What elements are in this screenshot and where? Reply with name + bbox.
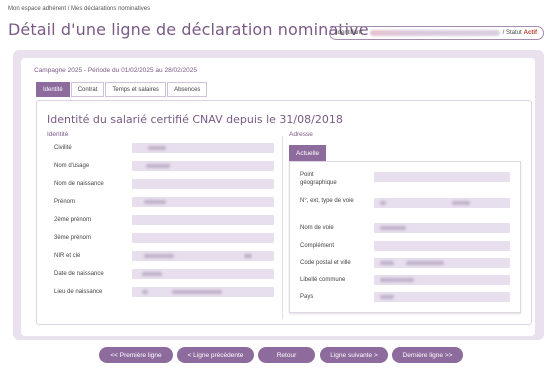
value-point-geographique — [374, 172, 510, 182]
tab-adresse-actuelle[interactable]: Actuelle — [289, 145, 327, 161]
first-line-button[interactable]: << Première ligne — [99, 347, 173, 363]
label-3eme-prenom: 3ème prénom — [54, 235, 92, 241]
label-numero-voie: N°, ext, type de voie — [300, 198, 354, 204]
adresse-column-title: Adresse — [289, 131, 313, 138]
page-title: Détail d'une ligne de déclaration nomina… — [8, 20, 369, 39]
label-nom-usage: Nom d'usage — [54, 163, 90, 169]
label-nom-voie: Nom de voie — [300, 225, 334, 231]
value-civilite — [132, 143, 274, 153]
value-prenom — [132, 197, 274, 207]
tab-bar: Identité Contrat Temps et salaires Absen… — [36, 82, 208, 97]
value-nom-usage — [132, 161, 274, 171]
identifier-status-box: Identifiant / Statut Actif — [329, 26, 544, 40]
tab-contrat[interactable]: Contrat — [70, 82, 105, 97]
section-title: Identité du salarié certifié CNAV depuis… — [47, 113, 343, 126]
label-2eme-prenom: 2ème prénom — [54, 217, 92, 223]
value-pays — [374, 292, 510, 302]
value-3eme-prenom — [132, 233, 274, 243]
identite-column-title: Identité — [47, 131, 69, 138]
value-numero-voie — [374, 198, 510, 208]
value-lieu-naissance — [132, 287, 274, 297]
identifier-value-redacted — [370, 30, 501, 36]
label-prenom: Prénom — [54, 199, 76, 205]
next-line-button[interactable]: Ligne suivante > — [320, 347, 388, 363]
label-complement: Complément — [300, 243, 335, 249]
label-date-naissance: Date de naissance — [54, 271, 104, 277]
label-pays: Pays — [300, 294, 314, 300]
column-divider — [282, 136, 283, 319]
label-libelle-commune: Libellé commune — [300, 277, 346, 283]
label-nir: NIR et clé — [54, 253, 81, 259]
value-nom-voie — [374, 223, 510, 233]
value-nom-naissance — [132, 179, 274, 189]
value-2eme-prenom — [132, 215, 274, 225]
identifier-label: Identifiant — [336, 30, 363, 36]
tab-temps-et-salaires[interactable]: Temps et salaires — [105, 82, 167, 97]
previous-line-button[interactable]: < Ligne précédente — [177, 347, 254, 363]
breadcrumb[interactable]: Mon espace adhérent / Mes déclarations n… — [8, 6, 150, 12]
label-code-postal-ville: Code postal et ville — [300, 260, 351, 266]
value-code-postal-ville — [374, 258, 510, 268]
value-complement — [374, 241, 510, 251]
label-civilite: Civilité — [54, 145, 72, 151]
campagne-period: Campagne 2025 - Période du 01/02/2025 au… — [34, 67, 197, 74]
value-nir — [132, 251, 274, 261]
label-point-geographique: Point géographique — [300, 172, 337, 186]
back-button[interactable]: Retour — [258, 347, 315, 363]
status-label: / Statut — [502, 30, 522, 36]
status-value: Actif — [523, 30, 537, 36]
tab-absences[interactable]: Absences — [167, 82, 208, 97]
last-line-button[interactable]: Dernière ligne >> — [392, 347, 463, 363]
value-libelle-commune — [374, 275, 510, 285]
tab-identite[interactable]: Identité — [36, 82, 70, 97]
label-nom-naissance: Nom de naissance — [54, 181, 104, 187]
value-date-naissance — [132, 269, 274, 279]
label-lieu-naissance: Lieu de naissance — [54, 289, 103, 295]
